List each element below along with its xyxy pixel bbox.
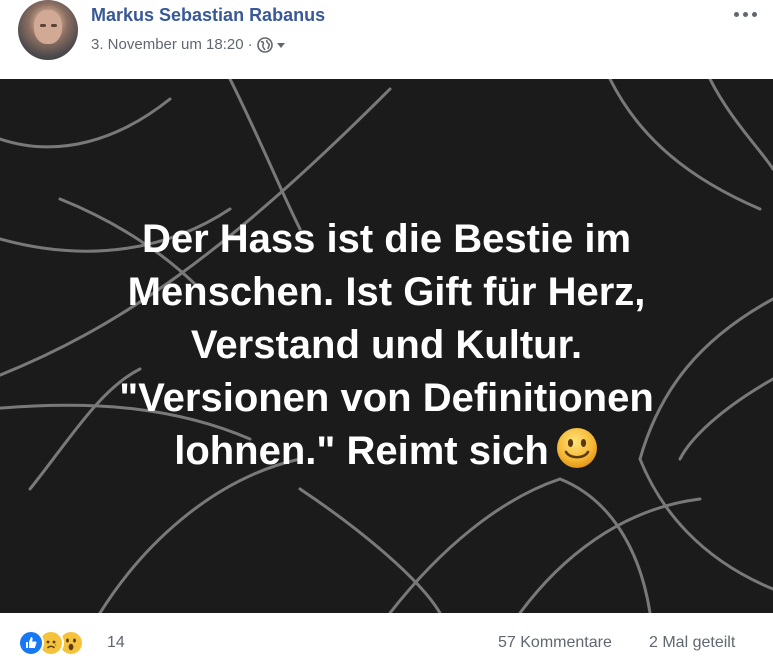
post-meta: 3. November um 18:20 · [91, 36, 286, 53]
like-icon [18, 630, 44, 656]
author-avatar[interactable] [18, 0, 78, 60]
more-dot [752, 12, 757, 17]
post-timestamp[interactable]: 3. November um 18:20 [91, 36, 244, 53]
author-name[interactable]: Markus Sebastian Rabanus [91, 5, 325, 26]
globe-icon[interactable] [256, 36, 273, 53]
quote-line: Verstand und Kultur. [190, 323, 583, 367]
reaction-count[interactable]: 14 [107, 634, 125, 652]
chevron-down-icon[interactable] [276, 40, 286, 50]
avatar-eye-right [51, 24, 57, 27]
facebook-post: Markus Sebastian Rabanus 3. November um … [0, 0, 773, 662]
comments-count[interactable]: 57 Kommentare [498, 634, 612, 652]
shares-count[interactable]: 2 Mal geteilt [649, 634, 735, 652]
more-dot [743, 12, 748, 17]
quote-text: Der Hass ist die Bestie im Menschen. Ist… [40, 213, 733, 478]
avatar-face [34, 10, 62, 44]
quote-line: Der Hass ist die Bestie im [141, 217, 632, 261]
quote-line: "Versionen von Definitionen [119, 376, 654, 420]
more-options-button[interactable] [731, 4, 761, 24]
quote-line: Menschen. Ist Gift für Herz, [127, 270, 646, 314]
reactions-summary[interactable] [18, 630, 84, 656]
quote-line-last: lohnen." Reimt sich [40, 425, 733, 478]
smiling-face-icon [556, 428, 597, 468]
thumbs-up-glyph [26, 637, 37, 648]
post-image[interactable]: Der Hass ist die Bestie im Menschen. Ist… [0, 79, 773, 613]
quote-line: lohnen." Reimt sich [174, 429, 549, 473]
meta-separator: · [247, 36, 253, 53]
avatar-eye-left [40, 24, 46, 27]
more-dot [734, 12, 739, 17]
